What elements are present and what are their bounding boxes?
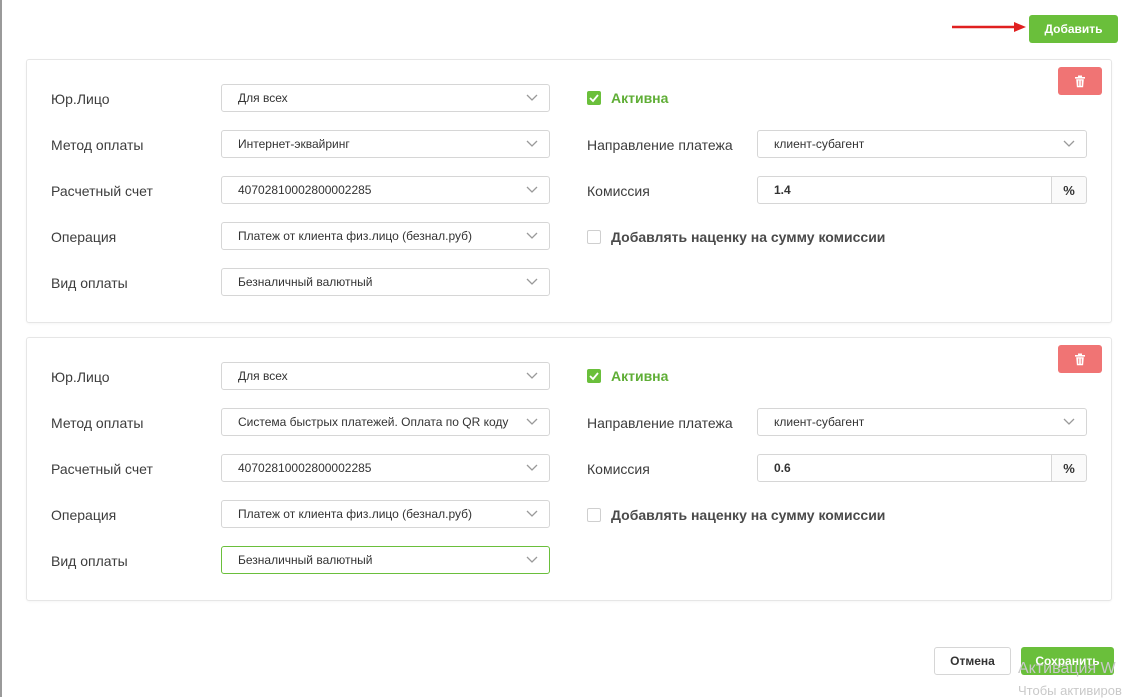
pointer-arrow-icon	[952, 22, 1026, 32]
chevron-down-icon	[1063, 140, 1075, 147]
legal-entity-label: Юр.Лицо	[51, 91, 110, 107]
chevron-down-icon	[526, 186, 538, 193]
direction-label: Направление платежа	[587, 415, 733, 431]
chevron-down-icon	[526, 140, 538, 147]
active-label: Активна	[611, 90, 669, 106]
operation-value: Платеж от клиента физ.лицо (безнал.руб)	[238, 229, 472, 243]
payment-method-value: Система быстрых платежей. Оплата по QR к…	[238, 415, 509, 429]
chevron-down-icon	[526, 464, 538, 471]
operation-label: Операция	[51, 507, 117, 523]
chevron-down-icon	[526, 372, 538, 379]
cancel-button[interactable]: Отмена	[934, 647, 1011, 675]
percent-addon: %	[1051, 176, 1087, 204]
account-select[interactable]: 40702810002800002285	[221, 176, 550, 204]
legal-entity-select[interactable]: Для всех	[221, 84, 550, 112]
direction-select[interactable]: клиент-субагент	[757, 408, 1087, 436]
trash-icon	[1075, 353, 1085, 365]
percent-addon: %	[1051, 454, 1087, 482]
add-markup-checkbox[interactable]	[587, 230, 601, 244]
direction-select[interactable]: клиент-субагент	[757, 130, 1087, 158]
chevron-down-icon	[526, 94, 538, 101]
add-markup-label: Добавлять наценку на сумму комиссии	[611, 229, 886, 245]
operation-select[interactable]: Платеж от клиента физ.лицо (безнал.руб)	[221, 500, 550, 528]
add-markup-checkbox[interactable]	[587, 508, 601, 522]
payment-method-value: Интернет-эквайринг	[238, 137, 350, 151]
delete-button[interactable]	[1058, 67, 1102, 95]
payment-settings-card: Юр.Лицо Для всех Метод оплаты Система бы…	[26, 337, 1112, 601]
commission-label: Комиссия	[587, 461, 650, 477]
payment-type-label: Вид оплаты	[51, 275, 128, 291]
add-markup-label: Добавлять наценку на сумму комиссии	[611, 507, 886, 523]
chevron-down-icon	[526, 556, 538, 563]
payment-method-select[interactable]: Интернет-эквайринг	[221, 130, 550, 158]
chevron-down-icon	[526, 418, 538, 425]
account-select[interactable]: 40702810002800002285	[221, 454, 550, 482]
trash-icon	[1075, 75, 1085, 87]
payment-type-label: Вид оплаты	[51, 553, 128, 569]
legal-entity-value: Для всех	[238, 91, 288, 105]
legal-entity-select[interactable]: Для всех	[221, 362, 550, 390]
window-edge	[0, 0, 2, 697]
delete-button[interactable]	[1058, 345, 1102, 373]
chevron-down-icon	[1063, 418, 1075, 425]
operation-select[interactable]: Платеж от клиента физ.лицо (безнал.руб)	[221, 222, 550, 250]
chevron-down-icon	[526, 510, 538, 517]
operation-value: Платеж от клиента физ.лицо (безнал.руб)	[238, 507, 472, 521]
operation-label: Операция	[51, 229, 117, 245]
account-label: Расчетный счет	[51, 461, 153, 477]
account-value: 40702810002800002285	[238, 183, 372, 197]
legal-entity-label: Юр.Лицо	[51, 369, 110, 385]
direction-label: Направление платежа	[587, 137, 733, 153]
active-checkbox[interactable]	[587, 91, 601, 105]
payment-method-label: Метод оплаты	[51, 415, 144, 431]
active-checkbox[interactable]	[587, 369, 601, 383]
payment-settings-card: Юр.Лицо Для всех Метод оплаты Интернет-э…	[26, 59, 1112, 323]
account-value: 40702810002800002285	[238, 461, 372, 475]
payment-type-value: Безналичный валютный	[238, 553, 373, 567]
direction-value: клиент-субагент	[774, 415, 865, 429]
chevron-down-icon	[526, 278, 538, 285]
legal-entity-value: Для всех	[238, 369, 288, 383]
direction-value: клиент-субагент	[774, 137, 865, 151]
payment-type-select[interactable]: Безналичный валютный	[221, 268, 550, 296]
payment-type-select[interactable]: Безналичный валютный	[221, 546, 550, 574]
checkmark-icon	[589, 372, 599, 381]
commission-input[interactable]: 0.6	[757, 454, 1052, 482]
activation-watermark-hint: Чтобы активиров	[1018, 683, 1122, 698]
commission-label: Комиссия	[587, 183, 650, 199]
chevron-down-icon	[526, 232, 538, 239]
commission-input[interactable]: 1.4	[757, 176, 1052, 204]
active-label: Активна	[611, 368, 669, 384]
account-label: Расчетный счет	[51, 183, 153, 199]
activation-watermark: Активация W	[1018, 660, 1116, 677]
checkmark-icon	[589, 94, 599, 103]
add-button[interactable]: Добавить	[1029, 15, 1118, 43]
payment-method-label: Метод оплаты	[51, 137, 144, 153]
payment-type-value: Безналичный валютный	[238, 275, 373, 289]
payment-method-select[interactable]: Система быстрых платежей. Оплата по QR к…	[221, 408, 550, 436]
